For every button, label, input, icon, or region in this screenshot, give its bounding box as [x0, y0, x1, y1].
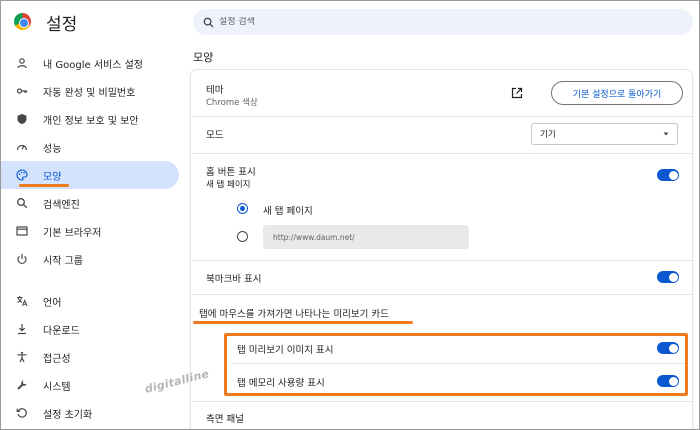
- mode-select[interactable]: 기기: [531, 123, 678, 145]
- sidebar-item-label: 언어: [43, 297, 62, 309]
- mode-select-value: 기기: [540, 130, 556, 140]
- sidebar-item-label: 내 Google 서비스 설정: [43, 59, 143, 71]
- key-icon: [15, 84, 29, 98]
- sidebar-item-startup[interactable]: 시작 그룹: [1, 245, 179, 273]
- settings-window: 설정 내 Google 서비스 설정 자동 완성 및 비밀번호 개인 정보 보호…: [0, 0, 700, 430]
- palette-icon: [15, 168, 29, 182]
- sidebar-item-label: 시스템: [43, 381, 71, 393]
- sidebar-item-label: 기본 브라우저: [43, 227, 102, 239]
- sidebar-item-label: 성능: [43, 143, 62, 155]
- download-icon: [15, 322, 29, 336]
- hover-card-heading: 탭에 마우스를 가져가면 나타나는 미리보기 카드: [199, 309, 389, 320]
- chevron-down-icon: [663, 132, 669, 136]
- sidebar-item-label: 모양: [43, 171, 62, 183]
- speedometer-icon: [15, 140, 29, 154]
- sidebar-item-reset[interactable]: 설정 초기화: [1, 399, 179, 427]
- sidebar-item-downloads[interactable]: 다운로드: [1, 315, 179, 343]
- mode-label: 모드: [206, 130, 224, 141]
- browser-icon: [15, 224, 29, 238]
- restore-icon: [15, 406, 29, 420]
- translate-icon: [15, 294, 29, 308]
- search-icon: [15, 196, 29, 210]
- bookmarks-bar-toggle[interactable]: [657, 271, 679, 283]
- page-title: 설정: [46, 15, 78, 35]
- search-bar[interactable]: [193, 9, 693, 35]
- divider: [191, 294, 692, 295]
- home-url-input[interactable]: [263, 225, 469, 249]
- sidebar-item-label: 검색엔진: [43, 199, 80, 211]
- sidebar-item-google-services[interactable]: 내 Google 서비스 설정: [1, 49, 179, 77]
- theme-value: Chrome 색상: [206, 98, 258, 108]
- home-button-toggle[interactable]: [657, 169, 679, 181]
- sidebar-item-label: 접근성: [43, 353, 71, 365]
- sidebar-item-label: 개인 정보 보호 및 보안: [43, 115, 139, 127]
- heading-highlight: [193, 321, 413, 324]
- sidebar-item-search-engine[interactable]: 검색엔진: [1, 189, 179, 217]
- radio-custom-url[interactable]: [237, 231, 248, 242]
- sidebar-item-privacy[interactable]: 개인 정보 보호 및 보안: [1, 105, 179, 133]
- sidebar-item-accessibility[interactable]: 접근성: [1, 343, 179, 371]
- wrench-icon: [15, 378, 29, 392]
- theme-label: 테마: [206, 85, 224, 96]
- person-icon: [15, 56, 29, 70]
- radio-new-tab-label: 새 탭 페이지: [263, 206, 313, 217]
- appearance-card: 테마 Chrome 색상 기본 설정으로 돌아가기 모드 기기 홈 버튼 표시 …: [191, 70, 692, 429]
- sidebar-item-label: 시작 그룹: [43, 255, 83, 267]
- highlight-box: [224, 333, 688, 396]
- reset-theme-button[interactable]: 기본 설정으로 돌아가기: [551, 81, 683, 105]
- active-item-highlight: [19, 184, 69, 187]
- home-button-label: 홈 버튼 표시: [206, 167, 256, 178]
- sidebar-item-autofill[interactable]: 자동 완성 및 비밀번호: [1, 77, 179, 105]
- sidebar-item-label: 다운로드: [43, 325, 80, 337]
- side-panel-label: 측면 패널: [206, 414, 244, 425]
- shield-icon: [15, 112, 29, 126]
- sidebar-item-default-browser[interactable]: 기본 브라우저: [1, 217, 179, 245]
- divider: [191, 116, 692, 117]
- bookmarks-bar-label: 북마크바 표시: [206, 274, 262, 285]
- sidebar-item-languages[interactable]: 언어: [1, 287, 179, 315]
- divider: [191, 401, 692, 402]
- search-icon: [203, 17, 214, 28]
- search-input[interactable]: [219, 17, 659, 27]
- home-button-sub: 새 탭 페이지: [206, 180, 251, 190]
- section-title: 모양: [193, 51, 214, 64]
- sidebar-item-label: 자동 완성 및 비밀번호: [43, 87, 136, 99]
- divider: [191, 260, 692, 261]
- sidebar-item-label: 설정 초기화: [43, 409, 93, 421]
- radio-new-tab[interactable]: [237, 203, 248, 214]
- accessibility-icon: [15, 350, 29, 364]
- divider: [191, 153, 692, 154]
- power-icon: [15, 252, 29, 266]
- sidebar-item-performance[interactable]: 성능: [1, 133, 179, 161]
- chrome-logo-icon: [14, 13, 31, 30]
- open-external-icon[interactable]: [511, 87, 523, 99]
